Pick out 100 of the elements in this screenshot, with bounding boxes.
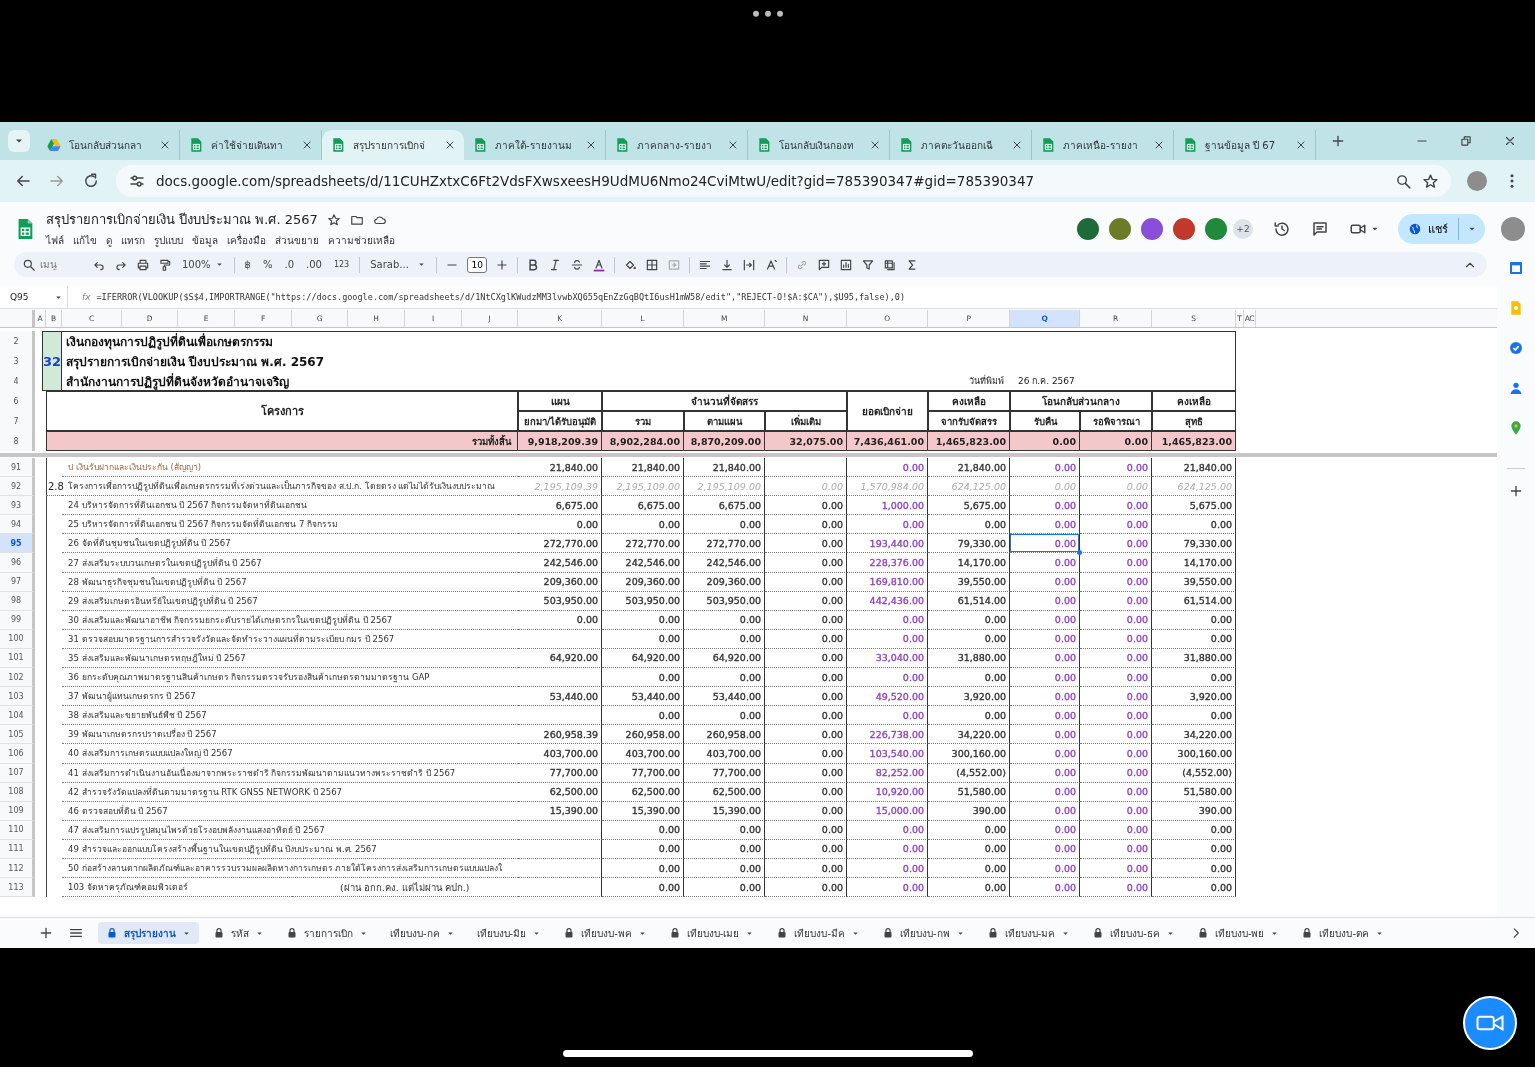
- row-number[interactable]: 92: [0, 477, 35, 497]
- sheet-tab[interactable]: เทียบงบ-มีค: [768, 922, 869, 944]
- close-icon[interactable]: [1153, 139, 1165, 151]
- row-number[interactable]: 96: [0, 553, 35, 573]
- star-icon[interactable]: [326, 212, 341, 227]
- sheet-tab[interactable]: เทียบงบ-กพ: [874, 922, 973, 944]
- menu-item[interactable]: ดู: [106, 233, 112, 248]
- collaborator-avatar[interactable]: [1205, 217, 1227, 240]
- maps-icon[interactable]: [1508, 420, 1524, 436]
- filter-views-icon[interactable]: [883, 257, 898, 272]
- filter-icon[interactable]: [861, 257, 876, 272]
- menu-item[interactable]: แก้ไข: [73, 233, 97, 248]
- reload-icon[interactable]: [82, 172, 100, 190]
- text-rotation-icon[interactable]: [764, 257, 779, 272]
- font-dropdown[interactable]: Sarab...: [368, 254, 429, 275]
- name-box[interactable]: Q95: [0, 286, 68, 308]
- sheet-tab[interactable]: รายการเบิก: [278, 922, 376, 944]
- browser-tab[interactable]: สรุปรายการเบิกจ่: [322, 130, 464, 160]
- collaborator-avatar[interactable]: [1077, 217, 1099, 240]
- table-cell: 0.00: [765, 572, 847, 592]
- sheet-tab[interactable]: เทียบงบ-พค: [555, 922, 655, 944]
- sheet-tab[interactable]: รหัส: [205, 922, 272, 944]
- menu-item[interactable]: ความช่วยเหลือ: [328, 233, 395, 248]
- row-number[interactable]: 103: [0, 687, 35, 707]
- document-title[interactable]: สรุปรายการเบิกจ่ายเงิน ปีงบประมาณ พ.ศ. 2567: [46, 209, 318, 230]
- more-collaborators-count[interactable]: +2: [1233, 218, 1253, 239]
- comment-icon[interactable]: [1311, 219, 1329, 238]
- add-icon[interactable]: [1508, 483, 1524, 499]
- menu-item[interactable]: รูปแบบ: [154, 233, 183, 248]
- currency-format-button[interactable]: ฿: [242, 254, 253, 275]
- increase-decimal-button[interactable]: .00: [304, 254, 324, 275]
- close-icon[interactable]: [159, 139, 171, 151]
- row-number[interactable]: 104: [0, 706, 35, 726]
- zoom-dropdown[interactable]: 100%: [180, 254, 226, 275]
- close-icon[interactable]: [301, 139, 313, 151]
- close-icon[interactable]: [727, 139, 739, 151]
- menu-item[interactable]: ข้อมูล: [192, 233, 218, 248]
- add-sheet-icon[interactable]: [38, 925, 54, 941]
- new-tab-icon[interactable]: [1330, 133, 1346, 149]
- sheet-tab[interactable]: เทียบงบ-มค: [978, 922, 1079, 944]
- sheet-tab[interactable]: สรุปรายงาน: [98, 922, 199, 944]
- calendar-icon[interactable]: [1508, 260, 1524, 276]
- menu-item[interactable]: เครื่องมือ: [227, 233, 266, 248]
- row-number[interactable]: 113: [0, 878, 35, 898]
- sheet-tab[interactable]: เทียบงบ-กค: [382, 922, 463, 944]
- close-icon[interactable]: [869, 139, 881, 151]
- row-number[interactable]: 106: [0, 744, 35, 764]
- insert-comment-icon[interactable]: [817, 257, 832, 272]
- merge-cells-icon[interactable]: [667, 257, 682, 272]
- increase-font-size-icon[interactable]: [495, 257, 510, 272]
- video-camera-button[interactable]: [1463, 996, 1517, 1050]
- tasks-icon[interactable]: [1508, 340, 1524, 356]
- menu-search-field[interactable]: เมนู: [40, 259, 80, 270]
- vertical-align-icon[interactable]: [720, 257, 735, 272]
- close-icon[interactable]: [1503, 134, 1517, 148]
- menu-item[interactable]: ส่วนขยาย: [275, 233, 319, 248]
- bookmark-star-icon[interactable]: [1422, 172, 1439, 190]
- address-bar[interactable]: docs.google.com/spreadsheets/d/11CUHZxtxC6Ft2VdsFXwsxeesH9UdMU6Nmo24CviMtwU/edit?gid=785390347#gid=785390347: [116, 165, 1451, 197]
- menu-item[interactable]: แทรก: [121, 233, 145, 248]
- font-size-field[interactable]: 10: [467, 256, 488, 273]
- close-icon[interactable]: [585, 139, 597, 151]
- close-icon[interactable]: [1011, 139, 1023, 151]
- collaborator-avatar[interactable]: [1141, 217, 1163, 240]
- table-cell: 0.00: [928, 706, 1010, 726]
- number-format-button[interactable]: 123: [331, 254, 352, 275]
- sheet-tab[interactable]: เทียบงบ-มิย: [468, 922, 550, 944]
- row-number[interactable]: 91: [0, 458, 35, 478]
- decrease-decimal-button[interactable]: .0: [282, 254, 297, 275]
- contacts-icon[interactable]: [1508, 380, 1524, 396]
- collaborator-avatar[interactable]: [1173, 217, 1195, 240]
- row-number[interactable]: 94: [0, 515, 35, 535]
- sheet-tab[interactable]: เทียบงบ-พย: [1188, 922, 1288, 944]
- collaborator-avatar[interactable]: [1109, 217, 1131, 240]
- drive-icon: [46, 137, 62, 153]
- profile-avatar[interactable]: [1467, 171, 1487, 191]
- text-wrap-icon[interactable]: [742, 257, 757, 272]
- zoom-icon[interactable]: [1395, 172, 1412, 190]
- selected-cell[interactable]: 0.00: [1010, 534, 1080, 554]
- menu-item[interactable]: ไฟล์: [46, 233, 64, 248]
- percent-format-button[interactable]: %: [260, 254, 275, 275]
- print-icon[interactable]: [136, 257, 150, 272]
- row-number[interactable]: 93: [0, 496, 35, 516]
- text-color-icon[interactable]: [592, 257, 607, 272]
- formula-field[interactable]: =IFERROR(VLOOKUP($S$4,IMPORTRANGE("https://docs.google.com/spreadsheets/d/1NtCXglKWudzMM3lvwbXQ655qEnZzGqBQtI6usH1mW58/edit","REJECT-O!$A:$CA"),$U95,false),0): [96, 292, 906, 302]
- close-icon[interactable]: [1295, 139, 1307, 151]
- sheet-tab[interactable]: เทียบงบ-ธค: [1084, 922, 1183, 944]
- row-number[interactable]: 102: [0, 668, 35, 688]
- paint-format-icon[interactable]: [158, 257, 172, 272]
- row-number[interactable]: 105: [0, 725, 35, 745]
- history-icon[interactable]: [1273, 219, 1291, 238]
- sheet-tab[interactable]: เทียบงบ-เมย: [660, 922, 763, 944]
- strikethrough-icon[interactable]: [570, 257, 585, 272]
- sheet-tab[interactable]: เทียบงบ-ตค: [1293, 922, 1393, 944]
- restore-icon[interactable]: [1459, 134, 1473, 148]
- close-icon[interactable]: [444, 139, 456, 151]
- row-number[interactable]: 95: [0, 534, 35, 554]
- site-info-icon[interactable]: [128, 172, 146, 190]
- borders-icon[interactable]: [645, 257, 660, 272]
- insert-chart-icon[interactable]: [839, 257, 854, 272]
- account-avatar[interactable]: [1501, 216, 1525, 241]
